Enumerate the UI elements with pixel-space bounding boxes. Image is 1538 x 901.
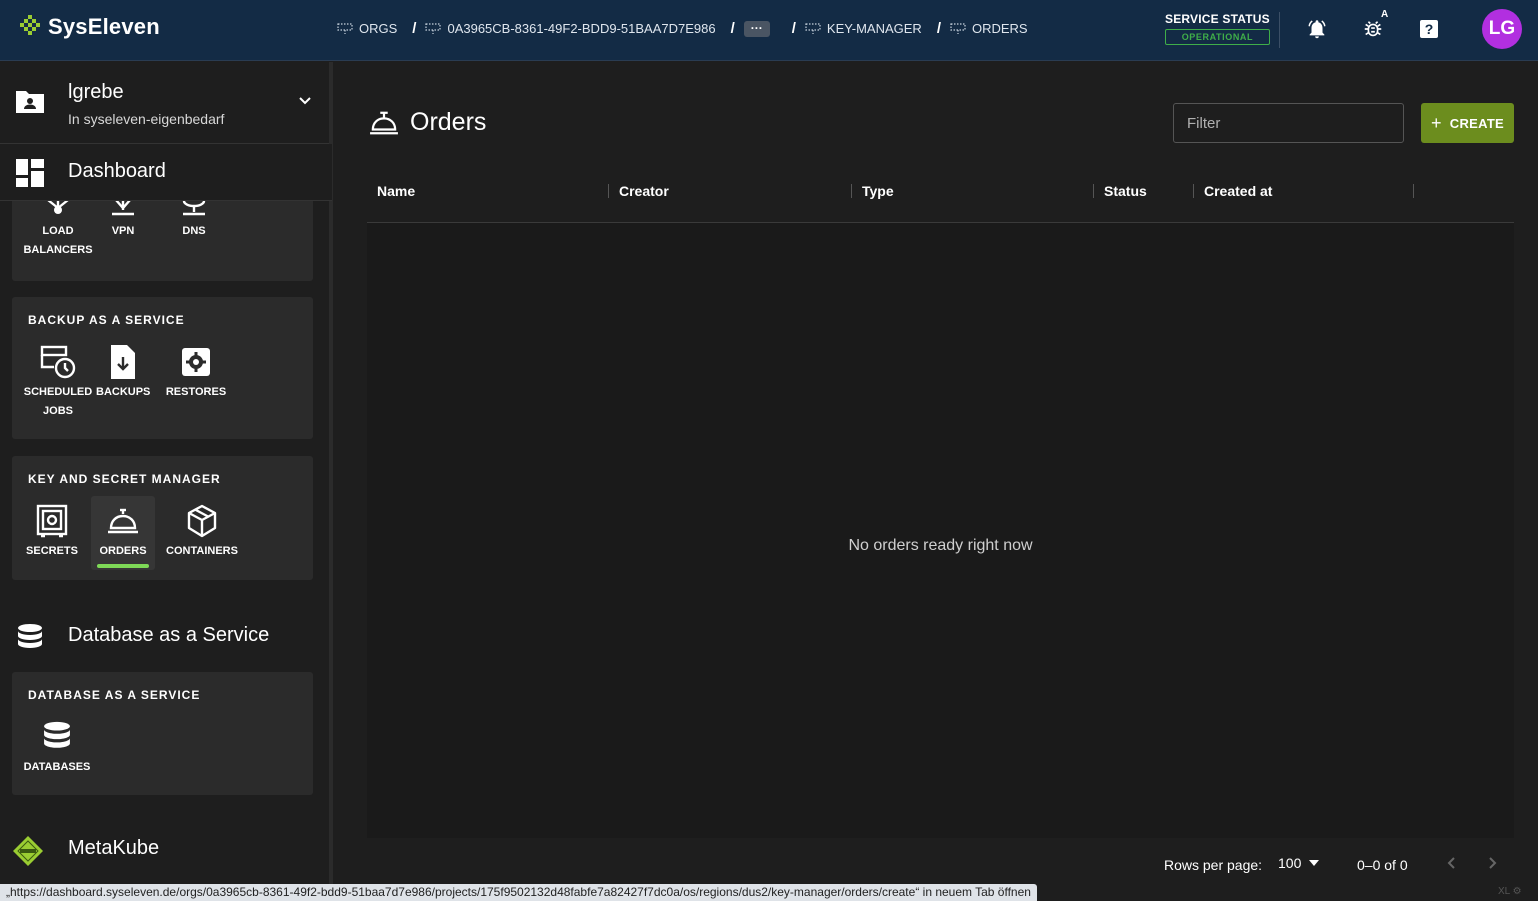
brand-logo[interactable]: SysEleven <box>20 14 160 40</box>
project-name: lgrebe <box>68 81 124 103</box>
database-icon <box>44 721 70 748</box>
empty-state-message: No orders ready right now <box>848 537 1033 554</box>
create-button[interactable]: + CREATE <box>1421 103 1514 143</box>
database-icon <box>17 624 43 657</box>
breadcrumb-separator: / <box>936 20 941 37</box>
brand-name: SysEleven <box>48 14 160 39</box>
caret-down-icon <box>1309 860 1320 866</box>
breadcrumb-more-button[interactable]: ··· <box>743 20 770 37</box>
filter-input[interactable] <box>1173 103 1404 143</box>
metakube-logo-icon <box>12 835 44 872</box>
breadcrumb-separator: / <box>791 20 796 37</box>
bug-report-icon[interactable]: A <box>1361 9 1388 41</box>
tile-containers[interactable]: CONTAINERS <box>162 504 242 561</box>
org-icon <box>337 22 353 34</box>
table-header: Name Creator Type Status Created at <box>367 166 1514 223</box>
backup-card: BACKUP AS A SERVICE SCHEDULED JOBS BACKU… <box>12 297 313 439</box>
top-app-bar: SysEleven ORGS / 0A3965CB-8361-49F2-BDD9… <box>0 0 1538 61</box>
page-title: Orders <box>410 108 487 136</box>
database-section-label: Database as a Service <box>68 624 270 646</box>
breadcrumb-item-org-id[interactable]: 0A3965CB-8361-49F2-BDD9-51BAA7D7E986 / <box>425 20 743 37</box>
dbaas-card-title: DATABASE AS A SERVICE <box>28 688 201 702</box>
column-separator[interactable] <box>851 184 852 198</box>
service-status[interactable]: SERVICE STATUS OPERATIONAL <box>1165 12 1270 45</box>
nav-metakube[interactable]: MetaKube <box>0 825 332 875</box>
breadcrumb-item-orders[interactable]: ORDERS <box>950 21 1028 36</box>
project-org: In syseleven-eigenbedarf <box>68 111 225 127</box>
nav-database-as-a-service[interactable]: Database as a Service <box>0 612 332 662</box>
folder-shared-icon <box>14 89 46 120</box>
pagination-range: 0–0 of 0 <box>1357 857 1408 873</box>
breadcrumb-separator: / <box>412 20 417 37</box>
browser-status-url: „https://dashboard.syseleven.de/orgs/0a3… <box>0 884 1037 901</box>
cube-icon <box>187 504 217 538</box>
table-pagination: Rows per page: 100 0–0 of 0 <box>367 852 1514 882</box>
header-divider <box>1279 12 1280 48</box>
column-header-creator[interactable]: Creator <box>619 183 669 199</box>
tile-backups[interactable]: BACKUPS <box>96 345 150 402</box>
table-body: No orders ready right now <box>367 223 1514 838</box>
room-service-icon <box>369 110 399 141</box>
column-separator[interactable] <box>1193 184 1194 198</box>
plus-icon: + <box>1430 113 1442 133</box>
backup-card-title: BACKUP AS A SERVICE <box>28 313 185 327</box>
org-icon <box>805 22 821 34</box>
tile-restores[interactable]: RESTORES <box>162 345 230 402</box>
svg-text:?: ? <box>1425 21 1434 37</box>
key-manager-card: KEY AND SECRET MANAGER SECRETS ORDERS CO… <box>12 456 313 580</box>
main-content: Orders + CREATE Name Creator Type Status… <box>334 62 1538 901</box>
safe-icon <box>36 504 68 538</box>
bug-report-icon: ⚙ <box>1512 886 1522 897</box>
org-icon <box>950 22 966 34</box>
column-separator[interactable] <box>1413 184 1414 198</box>
service-status-title: SERVICE STATUS <box>1165 12 1270 26</box>
restore-settings-icon <box>182 348 210 376</box>
breadcrumb-item-collapsed[interactable]: ··· / <box>743 20 805 37</box>
corner-indicator: XL ⚙ <box>1498 886 1522 897</box>
dbaas-card: DATABASE AS A SERVICE DATABASES <box>12 672 313 795</box>
user-avatar[interactable]: LG <box>1482 9 1522 49</box>
column-header-name[interactable]: Name <box>377 183 415 199</box>
breadcrumb: ORGS / 0A3965CB-8361-49F2-BDD9-51BAA7D7E… <box>337 20 1028 37</box>
help-icon[interactable]: ? <box>1417 17 1441 41</box>
column-separator[interactable] <box>1093 184 1094 198</box>
rows-per-page-label: Rows per page: <box>1164 857 1263 873</box>
dashboard-label: Dashboard <box>68 160 166 182</box>
key-manager-card-title: KEY AND SECRET MANAGER <box>28 472 221 486</box>
notifications-icon[interactable] <box>1305 17 1329 41</box>
column-separator[interactable] <box>608 184 609 198</box>
service-status-badge: OPERATIONAL <box>1165 29 1270 45</box>
tile-dns[interactable]: DNS <box>166 196 222 241</box>
column-header-created-at[interactable]: Created at <box>1204 183 1272 199</box>
nav-dashboard[interactable]: Dashboard <box>0 144 332 201</box>
backup-file-icon <box>111 345 135 379</box>
column-header-type[interactable]: Type <box>862 183 894 199</box>
tile-scheduled-jobs[interactable]: SCHEDULED JOBS <box>20 345 96 421</box>
chevron-down-icon[interactable] <box>296 92 314 115</box>
column-header-status[interactable]: Status <box>1104 183 1147 199</box>
breadcrumb-item-key-manager[interactable]: KEY-MANAGER / <box>805 20 950 37</box>
syseleven-logo-icon <box>20 14 40 40</box>
tile-orders[interactable]: ORDERS <box>91 496 155 570</box>
tile-vpn[interactable]: VPN <box>96 196 150 241</box>
org-icon <box>425 22 442 34</box>
create-button-label: CREATE <box>1449 115 1505 131</box>
rows-per-page-select[interactable]: 100 <box>1278 855 1320 871</box>
breadcrumb-item-orgs[interactable]: ORGS / <box>337 20 425 37</box>
tile-secrets[interactable]: SECRETS <box>20 504 84 561</box>
scheduled-jobs-icon <box>40 345 76 379</box>
project-switcher[interactable]: lgrebe In syseleven-eigenbedarf <box>0 62 332 144</box>
previous-page-icon[interactable] <box>1445 855 1459 874</box>
room-service-icon <box>108 508 138 534</box>
tile-load-balancers[interactable]: LOAD BALANCERS <box>20 196 96 260</box>
dashboard-icon <box>16 159 44 192</box>
active-tab-indicator <box>97 564 149 568</box>
bug-badge: A <box>1381 9 1389 20</box>
next-page-icon[interactable] <box>1485 855 1499 874</box>
tile-databases[interactable]: DATABASES <box>20 720 94 777</box>
metakube-section-label: MetaKube <box>68 837 160 859</box>
sidebar: lgrebe In syseleven-eigenbedarf Dashboar… <box>0 62 333 901</box>
breadcrumb-separator: / <box>730 20 735 37</box>
